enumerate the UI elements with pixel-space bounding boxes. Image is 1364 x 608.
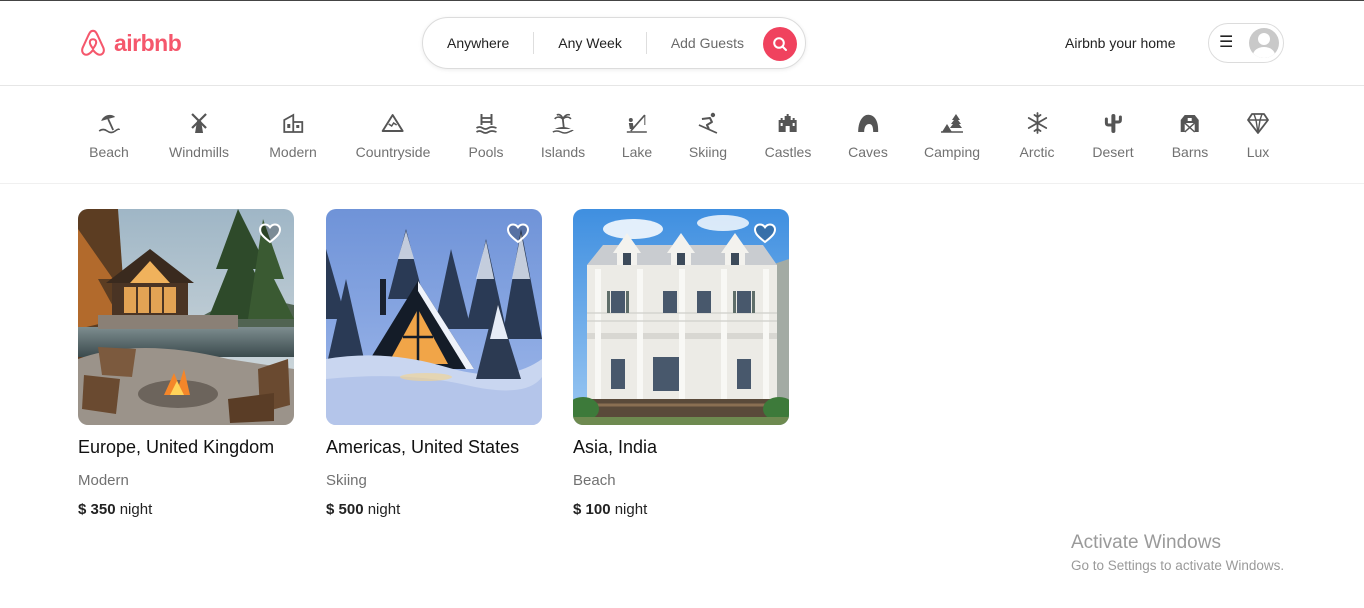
category-label: Modern xyxy=(269,144,317,160)
listing-category: Modern xyxy=(78,472,129,489)
category-label: Caves xyxy=(848,144,888,160)
category-desert[interactable]: Desert xyxy=(1092,110,1134,160)
category-beach[interactable]: Beach xyxy=(89,110,129,160)
windmill-icon xyxy=(186,110,212,136)
listing-category: Skiing xyxy=(326,472,367,489)
search-when[interactable]: Any Week xyxy=(534,35,646,51)
listing-title: Europe, United Kingdom xyxy=(78,437,275,457)
colonial-house-photo[interactable] xyxy=(573,209,789,425)
category-caves[interactable]: Caves xyxy=(848,110,888,160)
category-windmills[interactable]: Windmills xyxy=(169,110,229,160)
windows-activation-watermark: Activate Windows Go to Settings to activ… xyxy=(1071,532,1284,573)
category-label: Barns xyxy=(1171,144,1209,160)
search-icon xyxy=(773,37,787,51)
lake-cabin-photo[interactable] xyxy=(78,209,294,425)
price-amount: $ 500 xyxy=(326,501,364,518)
favorite-heart-icon[interactable] xyxy=(258,221,282,245)
category-label: Pools xyxy=(468,144,504,160)
cactus-icon xyxy=(1100,110,1126,136)
camping-icon xyxy=(939,110,965,136)
category-label: Countryside xyxy=(355,144,431,160)
mountain-icon xyxy=(380,110,406,136)
price-unit: night xyxy=(614,501,648,518)
listing-title: Americas, United States xyxy=(326,437,520,457)
snowflake-icon xyxy=(1024,110,1050,136)
category-skiing[interactable]: Skiing xyxy=(689,110,727,160)
category-label: Arctic xyxy=(1019,144,1055,160)
favorite-heart-icon[interactable] xyxy=(753,221,777,245)
price-amount: $ 100 xyxy=(573,501,611,518)
listing-card[interactable]: Asia, India Beach $ 100 night xyxy=(573,209,789,518)
category-label: Lake xyxy=(621,144,653,160)
search-button[interactable] xyxy=(763,27,797,61)
skiing-icon xyxy=(695,110,721,136)
category-pools[interactable]: Pools xyxy=(468,110,504,160)
header: airbnb Anywhere Any Week Add Guests Airb… xyxy=(0,1,1364,86)
listing-card[interactable]: Americas, United States Skiing $ 500 nig… xyxy=(326,209,542,518)
watermark-subtitle: Go to Settings to activate Windows. xyxy=(1071,558,1285,573)
price-unit: night xyxy=(367,501,401,518)
hamburger-menu-icon: ☰ xyxy=(1219,34,1234,51)
price-unit: night xyxy=(119,501,153,518)
beach-icon xyxy=(96,110,122,136)
listing-price: $ 500 night xyxy=(326,501,542,518)
user-menu-button[interactable]: ☰ xyxy=(1208,23,1284,63)
listing-category: Beach xyxy=(573,472,616,489)
category-bar: Beach Windmills Modern Countryside Pools… xyxy=(0,86,1364,184)
category-arctic[interactable]: Arctic xyxy=(1020,110,1055,160)
host-home-link[interactable]: Airbnb your home xyxy=(1065,35,1176,51)
category-label: Castles xyxy=(764,144,812,160)
listing-title: Asia, India xyxy=(573,437,658,457)
diamond-icon xyxy=(1245,110,1271,136)
listing-price: $ 350 night xyxy=(78,501,294,518)
brand-name: airbnb xyxy=(114,29,182,56)
listing-price: $ 100 night xyxy=(573,501,789,518)
airbnb-logo-icon xyxy=(81,29,105,56)
category-label: Skiing xyxy=(688,144,728,160)
search-bar[interactable]: Anywhere Any Week Add Guests xyxy=(422,17,806,69)
category-countryside[interactable]: Countryside xyxy=(355,110,431,160)
category-label: Islands xyxy=(540,144,586,160)
category-barns[interactable]: Barns xyxy=(1171,110,1209,160)
cave-icon xyxy=(855,110,881,136)
category-label: Beach xyxy=(89,144,129,160)
category-label: Lux xyxy=(1246,144,1270,160)
category-lux[interactable]: Lux xyxy=(1245,110,1271,160)
modern-house-icon xyxy=(280,110,306,136)
user-avatar-icon xyxy=(1249,28,1279,58)
price-amount: $ 350 xyxy=(78,501,116,518)
airbnb-logo[interactable]: airbnb xyxy=(78,27,182,59)
barn-icon xyxy=(1177,110,1203,136)
castle-icon xyxy=(775,110,801,136)
category-label: Desert xyxy=(1092,144,1134,160)
category-camping[interactable]: Camping xyxy=(924,110,980,160)
category-modern[interactable]: Modern xyxy=(269,110,317,160)
category-islands[interactable]: Islands xyxy=(541,110,585,160)
search-guests[interactable]: Add Guests xyxy=(647,35,768,51)
watermark-title: Activate Windows xyxy=(1071,532,1221,553)
snow-a-frame-photo[interactable] xyxy=(326,209,542,425)
category-label: Camping xyxy=(923,144,981,160)
pool-icon xyxy=(473,110,499,136)
favorite-heart-icon[interactable] xyxy=(506,221,530,245)
lake-icon xyxy=(624,110,650,136)
island-icon xyxy=(550,110,576,136)
listing-card[interactable]: Europe, United Kingdom Modern $ 350 nigh… xyxy=(78,209,294,518)
category-lake[interactable]: Lake xyxy=(622,110,652,160)
category-castles[interactable]: Castles xyxy=(764,110,812,160)
search-where[interactable]: Anywhere xyxy=(423,35,533,51)
category-label: Windmills xyxy=(169,144,229,160)
